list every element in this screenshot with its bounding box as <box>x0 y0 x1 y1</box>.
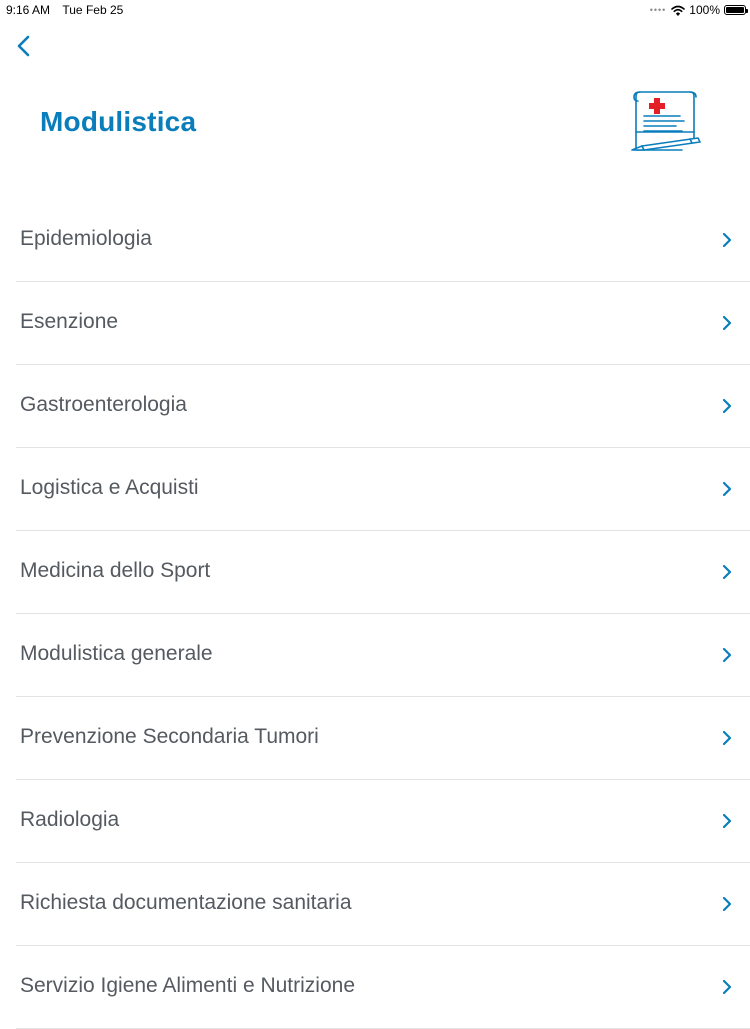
list-item-label: Prevenzione Secondaria Tumori <box>20 725 319 748</box>
battery-percent: 100% <box>689 3 720 17</box>
battery-icon <box>724 5 748 15</box>
chevron-right-icon <box>722 481 732 497</box>
chevron-left-icon[interactable] <box>12 32 38 60</box>
list-item-label: Modulistica generale <box>20 642 213 665</box>
list-item-label: Logistica e Acquisti <box>20 476 199 499</box>
chevron-right-icon <box>722 398 732 414</box>
forms-category-list: Epidemiologia Esenzione Gastroenterologi… <box>0 199 750 1029</box>
list-item-prevenzione-secondaria-tumori[interactable]: Prevenzione Secondaria Tumori <box>0 697 750 780</box>
list-item-epidemiologia[interactable]: Epidemiologia <box>0 199 750 282</box>
chevron-right-icon <box>722 647 732 663</box>
chevron-right-icon <box>722 730 732 746</box>
list-item-medicina-dello-sport[interactable]: Medicina dello Sport <box>0 531 750 614</box>
list-item-modulistica-generale[interactable]: Modulistica generale <box>0 614 750 697</box>
list-item-label: Servizio Igiene Alimenti e Nutrizione <box>20 974 355 997</box>
list-item-richiesta-documentazione-sanitaria[interactable]: Richiesta documentazione sanitaria <box>0 863 750 946</box>
wifi-icon <box>671 5 686 16</box>
list-item-esenzione[interactable]: Esenzione <box>0 282 750 365</box>
chevron-right-icon <box>722 979 732 995</box>
status-bar: 9:16 AM Tue Feb 25 •••• 100% <box>0 0 750 20</box>
chevron-right-icon <box>722 564 732 580</box>
chevron-right-icon <box>722 232 732 248</box>
chevron-right-icon <box>722 315 732 331</box>
medical-document-icon <box>631 91 701 151</box>
status-right: •••• 100% <box>649 3 748 17</box>
list-item-servizio-igiene-alimenti-e-nutrizione[interactable]: Servizio Igiene Alimenti e Nutrizione <box>0 946 750 1029</box>
list-item-label: Radiologia <box>20 808 120 831</box>
chevron-right-icon <box>722 896 732 912</box>
list-item-gastroenterologia[interactable]: Gastroenterologia <box>0 365 750 448</box>
list-item-label: Medicina dello Sport <box>20 559 211 582</box>
page-title: Modulistica <box>40 106 197 137</box>
list-item-logistica-e-acquisti[interactable]: Logistica e Acquisti <box>0 448 750 531</box>
list-item-radiologia[interactable]: Radiologia <box>0 780 750 863</box>
list-item-label: Esenzione <box>20 310 119 333</box>
chevron-right-icon <box>722 813 732 829</box>
status-date: Tue Feb 25 <box>62 3 124 17</box>
list-item-label: Richiesta documentazione sanitaria <box>20 891 352 914</box>
list-item-label: Gastroenterologia <box>20 393 187 416</box>
status-time: 9:16 AM <box>6 3 51 17</box>
list-item-label: Epidemiologia <box>20 227 152 250</box>
signal-dots-icon: •••• <box>649 5 667 15</box>
status-left: 9:16 AM Tue Feb 25 <box>6 3 123 17</box>
